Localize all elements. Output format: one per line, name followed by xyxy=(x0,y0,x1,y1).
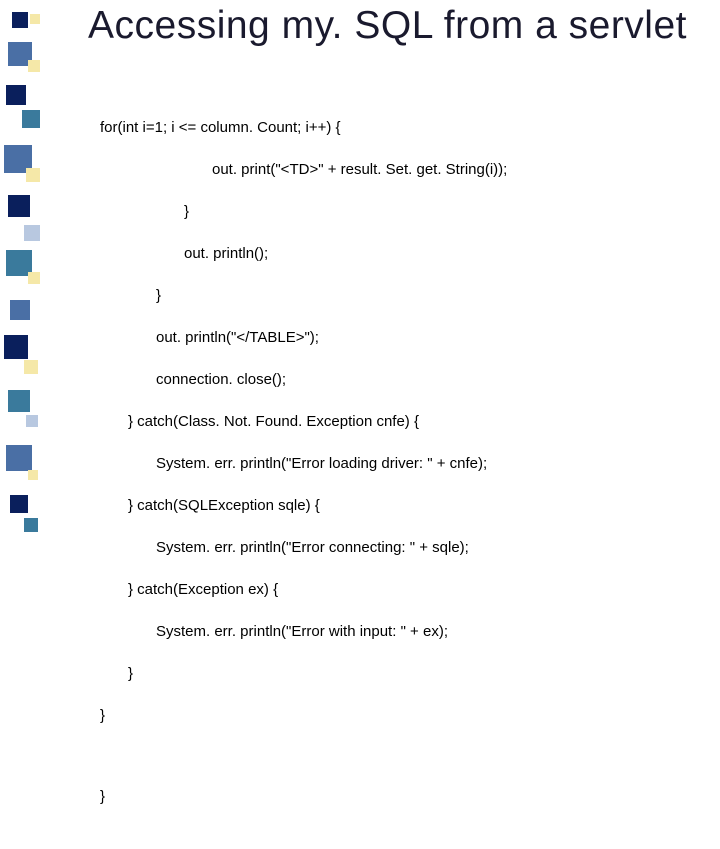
code-line: } xyxy=(100,285,507,306)
code-line: } xyxy=(100,786,507,807)
code-line: out. println(); xyxy=(100,243,507,264)
code-line: } xyxy=(100,663,507,684)
code-line: out. print("<TD>" + result. Set. get. St… xyxy=(100,159,507,180)
decorative-sidebar xyxy=(0,0,42,540)
code-line: for(int i=1; i <= column. Count; i++) { xyxy=(100,117,507,138)
code-line: System. err. println("Error loading driv… xyxy=(100,453,507,474)
code-line: } xyxy=(100,201,507,222)
code-line: } catch(Class. Not. Found. Exception cnf… xyxy=(100,411,507,432)
code-block: for(int i=1; i <= column. Count; i++) { … xyxy=(100,96,507,849)
code-line: } catch(SQLException sqle) { xyxy=(100,495,507,516)
code-line: out. println("</TABLE>"); xyxy=(100,327,507,348)
slide-title: Accessing my. SQL from a servlet xyxy=(88,4,687,48)
code-line: } xyxy=(100,705,507,726)
code-line: System. err. println("Error with input: … xyxy=(100,621,507,642)
code-line: System. err. println("Error connecting: … xyxy=(100,537,507,558)
code-line: } catch(Exception ex) { xyxy=(100,579,507,600)
code-line: connection. close(); xyxy=(100,369,507,390)
